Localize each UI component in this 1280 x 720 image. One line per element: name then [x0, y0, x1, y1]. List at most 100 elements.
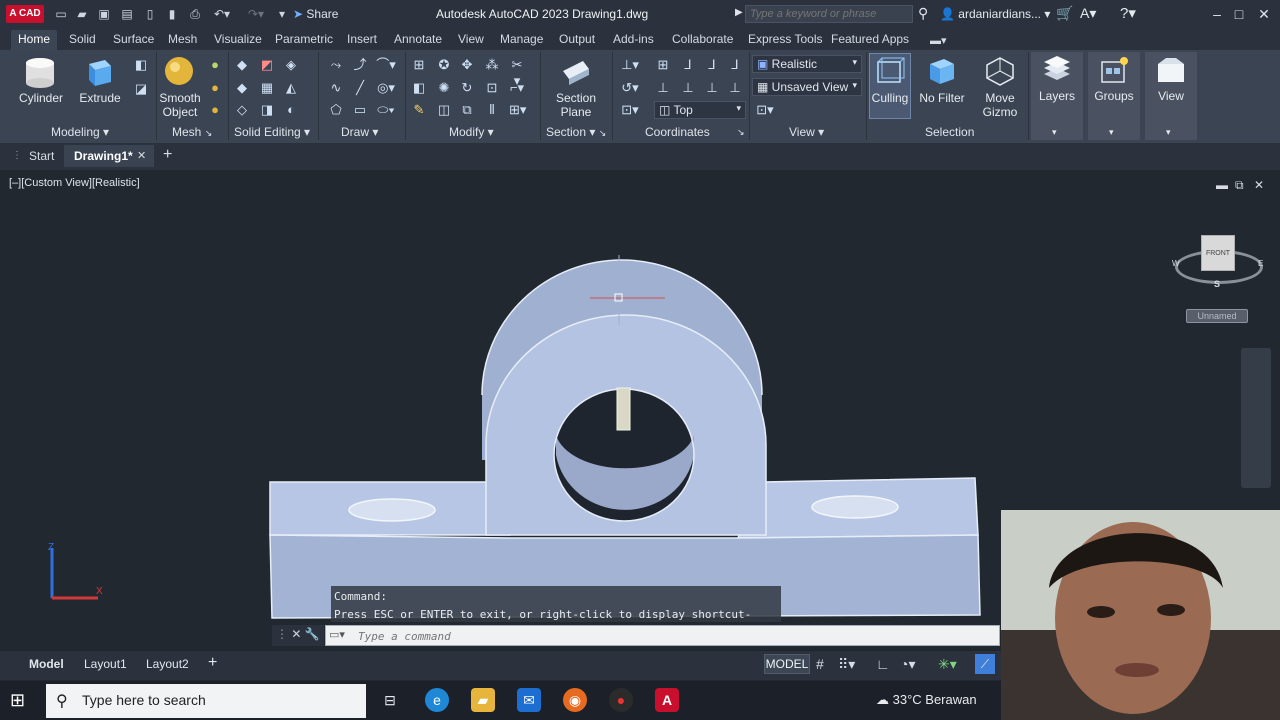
viewport-close-icon[interactable]: ✕: [1254, 178, 1264, 192]
smooth-object-button[interactable]: Smooth Object: [158, 91, 202, 119]
visual-style-dropdown[interactable]: ▣ Realistic ▾: [752, 55, 862, 73]
mesh-refine-icon[interactable]: ●: [207, 102, 223, 118]
extract-edges-icon[interactable]: ◇: [234, 102, 250, 118]
extrude-icon[interactable]: [85, 56, 115, 88]
save-as-icon[interactable]: ▤: [119, 6, 135, 22]
polar-icon[interactable]: ◔▾: [900, 656, 915, 673]
offset-icon[interactable]: ⫴: [484, 102, 500, 118]
mail-icon[interactable]: ✉: [517, 688, 541, 712]
ucs-origin-icon[interactable]: ↺▾: [619, 80, 641, 96]
tab-output[interactable]: Output: [559, 32, 595, 46]
obs-icon[interactable]: ●: [609, 688, 633, 712]
subtract-icon[interactable]: ◩: [259, 57, 275, 73]
tab-view[interactable]: View: [458, 32, 484, 46]
viewport-restore-icon[interactable]: ⧉: [1235, 178, 1244, 193]
tab-parametric[interactable]: Parametric: [275, 32, 333, 46]
cart-icon[interactable]: 🛒: [1056, 5, 1073, 22]
plot-icon[interactable]: ⎙: [187, 6, 203, 22]
ucs-view-icon[interactable]: ⊥: [680, 80, 696, 96]
save-web-icon[interactable]: ▮: [164, 6, 180, 22]
viewport-controls-label[interactable]: [–][Custom View][Realistic]: [9, 177, 140, 189]
edge-icon[interactable]: e: [425, 688, 449, 712]
presspull-icon[interactable]: ◧: [133, 57, 149, 73]
redo-icon[interactable]: ↷▾: [243, 6, 269, 22]
panel-launcher-icon[interactable]: ↘: [737, 127, 745, 138]
viewcube[interactable]: FRONT: [1201, 235, 1235, 271]
rectangle-icon[interactable]: ▭: [349, 102, 371, 118]
command-prompt-icon[interactable]: ▭▾: [329, 628, 345, 641]
copy-icon[interactable]: ⧉: [459, 102, 475, 118]
panel-section[interactable]: Section ▾ ↘: [546, 125, 606, 139]
add-layout-icon[interactable]: +: [208, 654, 217, 672]
windows-start-icon[interactable]: ⊞: [10, 690, 25, 711]
layers-expand-icon[interactable]: ▾: [1052, 127, 1057, 138]
panel-coordinates[interactable]: Coordinates: [645, 125, 710, 139]
ucs-menu-button[interactable]: Unnamed: [1186, 309, 1248, 323]
undo-icon[interactable]: ↶▾: [209, 6, 235, 22]
tab-visualize[interactable]: Visualize: [214, 32, 262, 46]
autocad-taskbar-icon[interactable]: A: [655, 688, 679, 712]
ucs-icon[interactable]: ⊥▾: [619, 57, 641, 73]
compass-south[interactable]: S: [1214, 279, 1220, 289]
shell-icon[interactable]: ◐: [283, 102, 299, 118]
maximize-icon[interactable]: □: [1229, 4, 1249, 24]
navigation-bar[interactable]: [1241, 348, 1271, 488]
arc-icon[interactable]: ⌒▾: [375, 57, 397, 73]
spline-icon[interactable]: ∿: [325, 80, 347, 96]
new-tab-icon[interactable]: +: [163, 146, 172, 164]
cylinder-button[interactable]: Cylinder: [18, 91, 64, 105]
smooth-object-icon[interactable]: [164, 56, 194, 86]
view-expand-icon[interactable]: ▾: [1166, 127, 1171, 138]
ucs-object-icon[interactable]: ⊥: [704, 80, 720, 96]
polygon-icon[interactable]: ⬠: [325, 102, 347, 118]
cylinder-icon[interactable]: [23, 56, 57, 90]
layout-tab-layout2[interactable]: Layout2: [146, 657, 189, 671]
open-folder-icon[interactable]: ▰: [74, 6, 90, 22]
panel-view[interactable]: View ▾: [789, 125, 824, 139]
tab-surface[interactable]: Surface: [113, 32, 154, 46]
intersect-icon[interactable]: ◈: [283, 57, 299, 73]
tab-express-tools[interactable]: Express Tools: [748, 32, 822, 46]
mesh-sphere-icon[interactable]: ●: [207, 80, 223, 96]
ucs-3point-icon[interactable]: ⊥: [655, 80, 671, 96]
move-gizmo-icon[interactable]: [984, 56, 1016, 86]
model-space-toggle[interactable]: MODEL: [764, 654, 810, 674]
snap-icon[interactable]: ⠿▾: [838, 656, 855, 673]
ortho-icon[interactable]: ∟: [876, 656, 890, 672]
help-search-input[interactable]: [745, 5, 913, 23]
compass-east[interactable]: E: [1258, 259, 1263, 268]
stretch-icon[interactable]: ✎: [411, 102, 427, 118]
ucs-world-icon[interactable]: ⊞: [655, 57, 671, 73]
panel-selection[interactable]: Selection: [925, 125, 974, 139]
panel-modify[interactable]: Modify ▾: [449, 125, 494, 139]
close-icon[interactable]: ✕: [1254, 4, 1274, 24]
polyline-icon[interactable]: ⤴: [349, 57, 371, 73]
ucs-y-icon[interactable]: ⅃: [704, 57, 720, 73]
separate-icon[interactable]: ◨: [259, 102, 275, 118]
union-icon[interactable]: ◆: [234, 57, 250, 73]
array-icon[interactable]: ⁂: [484, 57, 500, 73]
fillet-icon[interactable]: ⌐▾: [509, 80, 525, 96]
thicken-icon[interactable]: ◭: [283, 80, 299, 96]
tab-insert[interactable]: Insert: [347, 32, 377, 46]
tab-add-ins[interactable]: Add-ins: [613, 32, 654, 46]
tab-mesh[interactable]: Mesh: [168, 32, 197, 46]
ucs-face-icon[interactable]: ⊥: [727, 80, 743, 96]
tab-collaborate[interactable]: Collaborate: [672, 32, 733, 46]
isodraft-icon[interactable]: ✳▾: [938, 656, 957, 673]
grid-icon[interactable]: #: [816, 656, 824, 672]
circle-icon[interactable]: ◎▾: [375, 80, 397, 96]
move-gizmo-button[interactable]: Move Gizmo: [977, 91, 1023, 119]
ucs-view-dropdown[interactable]: ◫ Top ▾: [654, 101, 746, 119]
panel-mesh[interactable]: Mesh ↘: [172, 125, 212, 139]
no-filter-button[interactable]: No Filter: [918, 91, 966, 105]
align-icon[interactable]: ⊞: [411, 57, 427, 73]
autodesk-app-icon[interactable]: A▾: [1080, 5, 1096, 22]
panel-solid-editing[interactable]: Solid Editing ▾: [234, 125, 310, 139]
viewport-minimize-icon[interactable]: ▬: [1216, 178, 1228, 192]
filetab-start[interactable]: Start: [29, 149, 54, 163]
move-icon[interactable]: ✥: [459, 57, 475, 73]
slice-icon[interactable]: ▦: [259, 80, 275, 96]
ucs-x-icon[interactable]: ⅃: [680, 57, 696, 73]
new-file-icon[interactable]: ▭: [53, 6, 69, 22]
